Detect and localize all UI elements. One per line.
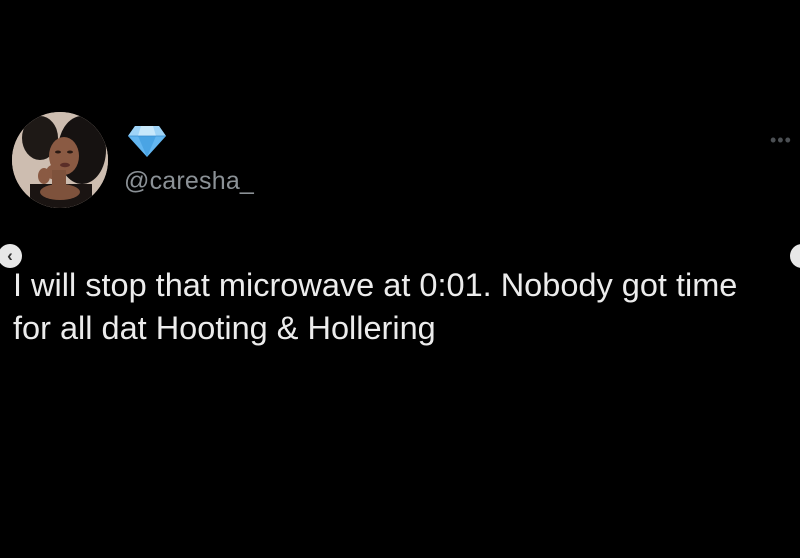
gem-icon	[128, 126, 166, 157]
tweet-card: @caresha_ ••• I will stop that microwave…	[0, 0, 800, 558]
more-icon[interactable]: •••	[770, 130, 792, 151]
username-handle[interactable]: @caresha_	[124, 167, 254, 196]
chevron-right-icon[interactable]	[790, 244, 800, 268]
tweet-text: I will stop that microwave at 0:01. Nobo…	[13, 267, 738, 346]
avatar[interactable]	[12, 112, 108, 208]
avatar-photo	[12, 112, 108, 208]
